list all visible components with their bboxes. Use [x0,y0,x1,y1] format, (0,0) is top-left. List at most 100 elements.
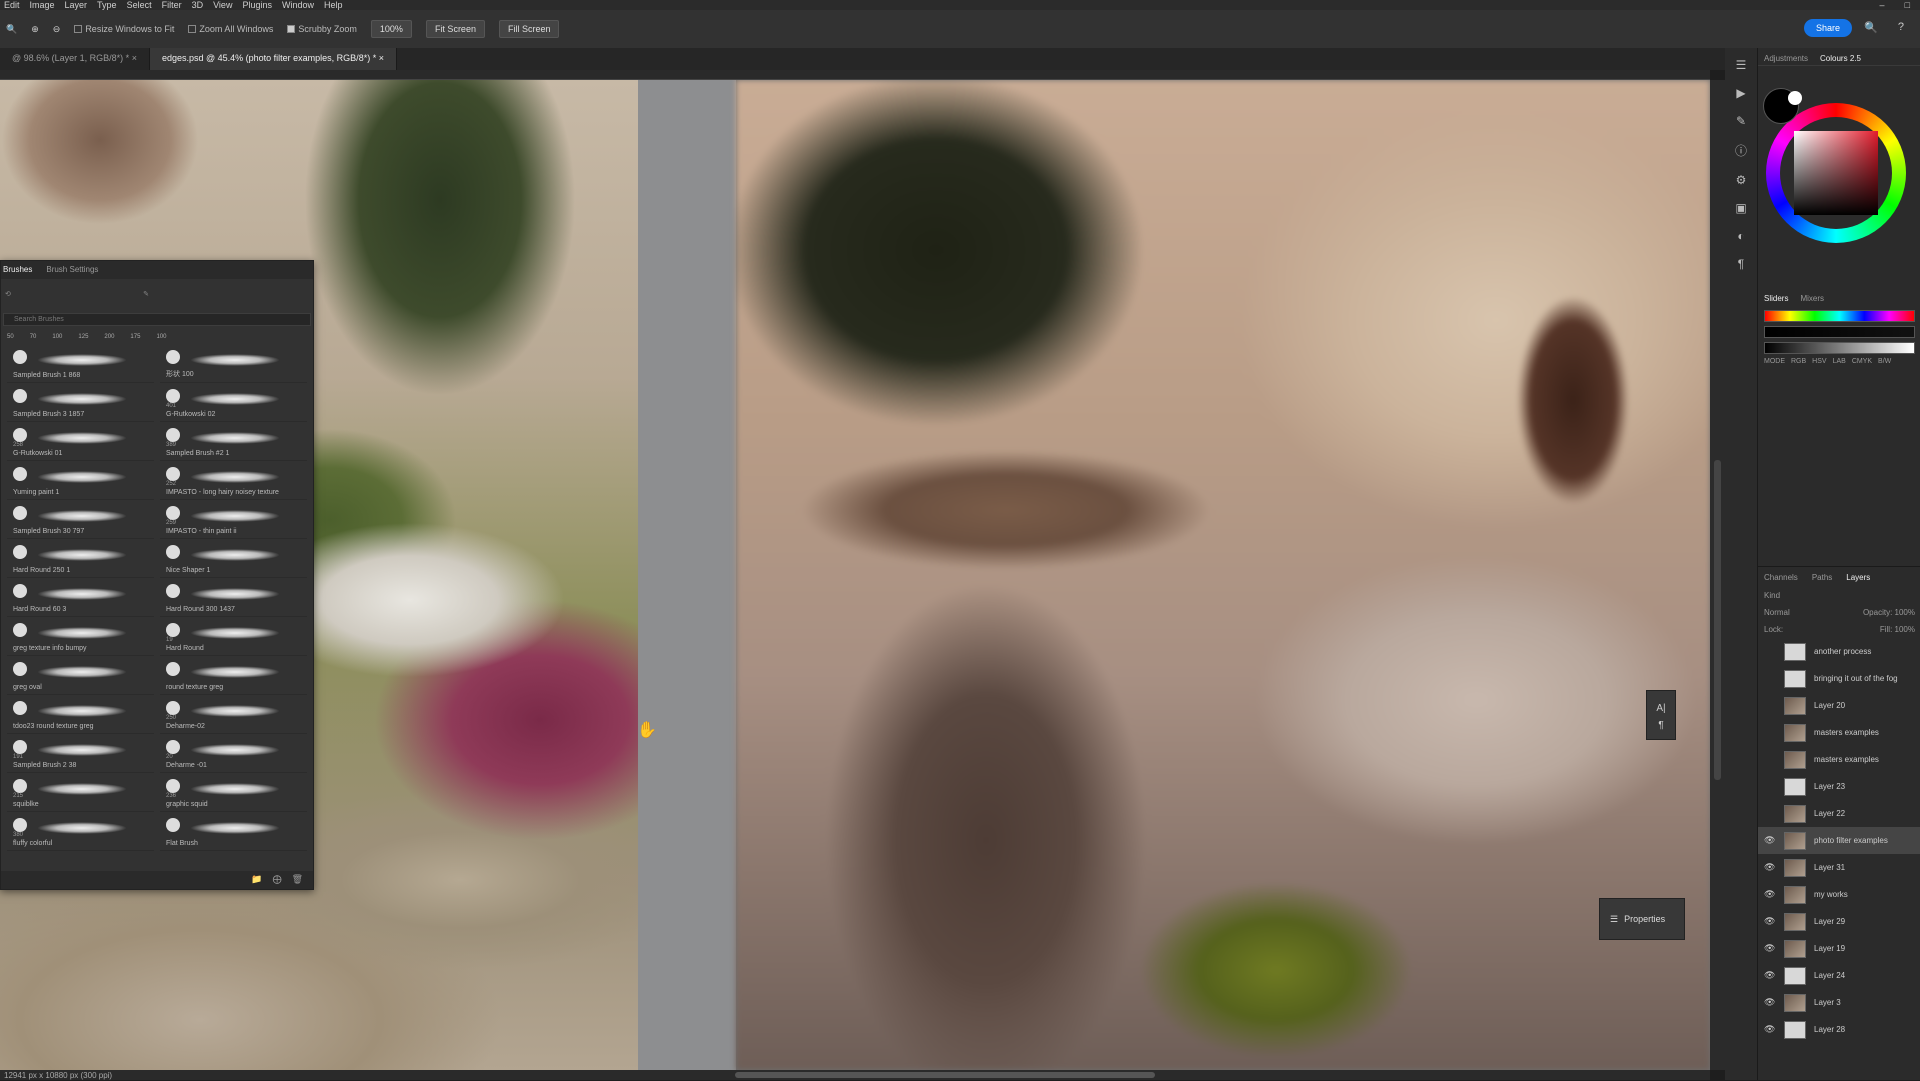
menu-item[interactable]: Plugins [242,0,272,10]
brush-preset-size[interactable]: 100 [52,334,62,340]
color-wheel[interactable] [1766,103,1906,243]
layer-row[interactable]: 👁 Layer 29 [1758,908,1920,935]
restore-icon[interactable]: □ [1905,0,1910,10]
brush-preset-size[interactable]: 200 [104,334,114,340]
fill-value[interactable]: 100% [1895,625,1915,634]
document-tab[interactable]: @ 98.6% (Layer 1, RGB/8*) * × [0,48,150,70]
brush-item[interactable]: Sampled Brush 1 868 [7,344,154,383]
brush-item[interactable]: 401 G-Rutkowski 02 [160,383,307,422]
brush-item[interactable]: 380 fluffy colorful [7,812,154,851]
brush-item[interactable]: Hard Round 60 3 [7,578,154,617]
layer-row[interactable]: bringing it out of the fog [1758,665,1920,692]
brush-item[interactable]: 19 Hard Round [160,617,307,656]
layer-row[interactable]: masters examples [1758,719,1920,746]
zoom-tool-icon[interactable]: 🔍 [6,24,17,35]
brush-item[interactable]: Flat Brush [160,812,307,851]
brush-item[interactable]: Sampled Brush 30 797 [7,500,154,539]
tab-channels[interactable]: Channels [1764,573,1798,587]
brush-item[interactable]: 259 IMPASTO - thin paint ii [160,500,307,539]
zoom-in-icon[interactable]: ⊕ [31,24,39,35]
eye-icon[interactable]: 👁 [1764,916,1776,927]
brush-preset-size[interactable]: 125 [78,334,88,340]
brush-item[interactable]: tdoo23 round texture greg [7,695,154,734]
history-icon[interactable]: ☰ [1736,58,1747,72]
menu-item[interactable]: Type [97,0,117,10]
help-icon[interactable]: ? [1898,21,1904,33]
paragraph-icon[interactable]: ¶ [1738,257,1744,271]
resize-windows-checkbox[interactable]: Resize Windows to Fit [74,24,174,34]
brush-item[interactable]: Yuming paint 1 [7,461,154,500]
minimize-icon[interactable]: – [1880,0,1885,10]
trash-icon[interactable]: 🗑 [292,874,303,886]
brush-preset-size[interactable]: 70 [30,334,37,340]
horizontal-scroll-thumb[interactable] [735,1072,1155,1078]
brush-item[interactable]: 389 Sampled Brush #2 1 [160,422,307,461]
brush-item[interactable]: 191 Sampled Brush 2 38 [7,734,154,773]
layer-row[interactable]: 👁 Layer 3 [1758,989,1920,1016]
brush-item[interactable]: 236 graphic squid [160,773,307,812]
eye-icon[interactable]: 👁 [1764,862,1776,873]
menu-item[interactable]: Edit [4,0,20,10]
eye-icon[interactable]: 👁 [1764,889,1776,900]
character-palette[interactable]: A| ¶ [1646,690,1676,740]
brush-item[interactable]: 形状 100 [160,344,307,383]
horizontal-ruler[interactable] [0,70,1710,80]
properties-button[interactable]: ☰ Properties [1599,898,1685,940]
menu-item[interactable]: Layer [65,0,88,10]
brush-item[interactable]: Hard Round 250 1 [7,539,154,578]
zoom-all-checkbox[interactable]: Zoom All Windows [188,24,273,34]
tab-brushes[interactable]: Brushes [3,265,32,279]
menu-item[interactable]: Select [127,0,152,10]
hue-slider[interactable] [1764,310,1915,322]
eye-icon[interactable]: 👁 [1764,943,1776,954]
menu-item[interactable]: Window [282,0,314,10]
tab-sliders[interactable]: Sliders [1764,294,1788,306]
vertical-scrollbar[interactable] [1710,80,1725,1070]
brush-item[interactable]: greg texture info bumpy [7,617,154,656]
comments-icon[interactable]: ✎ [1736,114,1746,128]
background-swatch[interactable] [1788,91,1802,105]
brush-preset-size[interactable]: 175 [130,334,140,340]
brush-item[interactable]: Sampled Brush 3 1857 [7,383,154,422]
brush-item[interactable]: 252 IMPASTO - long hairy noisey texture [160,461,307,500]
layer-row[interactable]: Layer 23 [1758,773,1920,800]
color-mode[interactable]: RGB [1791,358,1806,365]
blend-mode-select[interactable]: Normal [1764,608,1790,617]
reset-icon[interactable]: ⟲ [5,290,11,298]
menu-item[interactable]: 3D [192,0,204,10]
layer-row[interactable]: 👁 my works [1758,881,1920,908]
scrubby-zoom-checkbox[interactable]: Scrubby Zoom [287,24,357,34]
tab-layers[interactable]: Layers [1846,573,1870,587]
brush-search-input[interactable]: Search Brushes [3,313,311,326]
eye-icon[interactable]: 👁 [1764,970,1776,981]
layer-row[interactable]: Layer 20 [1758,692,1920,719]
color-mode[interactable]: CMYK [1852,358,1872,365]
eye-icon[interactable]: 👁 [1764,997,1776,1008]
brush-item[interactable]: 215 squiblke [7,773,154,812]
saturation-square[interactable] [1794,131,1878,215]
brush-item[interactable]: 20 Deharme -01 [160,734,307,773]
menu-item[interactable]: Image [30,0,55,10]
character-icon[interactable]: A| [1656,703,1665,714]
brush-item[interactable]: 250 Deharme-02 [160,695,307,734]
add-icon[interactable]: ⨁ [273,874,282,886]
opacity-value[interactable]: 100% [1895,608,1915,617]
tab-paths[interactable]: Paths [1812,573,1832,587]
tab-mixers[interactable]: Mixers [1800,294,1824,306]
gray-slider[interactable] [1764,342,1915,354]
share-button[interactable]: Share [1803,19,1852,37]
layer-row[interactable]: 👁 Layer 28 [1758,1016,1920,1043]
brushes-panel[interactable]: Brushes Brush Settings ⟲ ✎ Search Brushe… [0,260,314,890]
tab-adjustments[interactable]: Adjustments [1764,54,1808,65]
eye-icon[interactable]: 👁 [1764,835,1776,846]
brush-item[interactable]: greg oval [7,656,154,695]
tab-colours[interactable]: Colours 2.5 [1820,54,1861,65]
layer-row[interactable]: Layer 22 [1758,800,1920,827]
brush-item[interactable]: round texture greg [160,656,307,695]
zoom-out-icon[interactable]: ⊖ [53,24,61,35]
layer-row[interactable]: 👁 Layer 31 [1758,854,1920,881]
zoom-percent-button[interactable]: 100% [370,20,412,38]
brush-item[interactable]: Nice Shaper 1 [160,539,307,578]
horizontal-scrollbar[interactable] [0,1070,1710,1080]
layer-row[interactable]: 👁 Layer 19 [1758,935,1920,962]
